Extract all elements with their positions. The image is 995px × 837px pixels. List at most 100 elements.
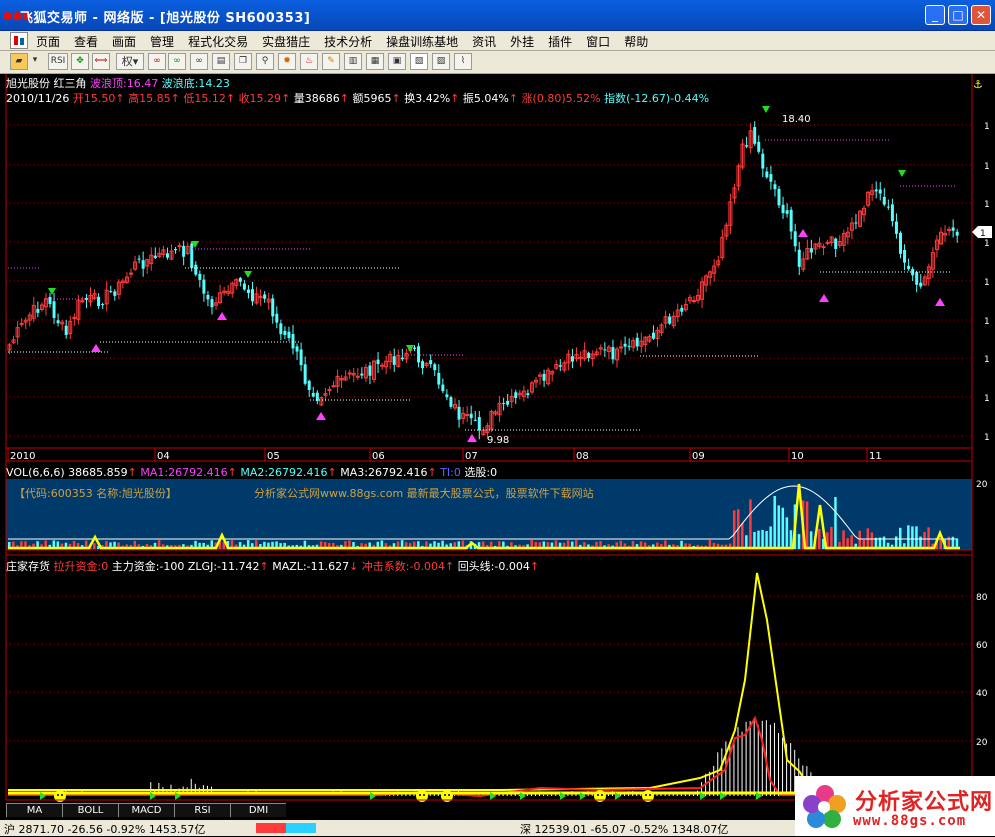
smiley-eye [645, 794, 647, 796]
candle-body [457, 406, 461, 420]
candle-body [578, 356, 583, 359]
candle-body [651, 332, 655, 339]
width-icon[interactable]: ⟺ [92, 53, 110, 70]
toolbar: ▰ ▾ RSI ✥ ⟺ 权▾ ∞ ∞ ∞ ▤ ❐ ⚲ ✹ ♨ ✎ ▥ ▦ ▣ ▧… [0, 51, 995, 74]
code-text: 【代码:600353 名称:旭光股份】 [14, 486, 177, 500]
menu-item-3[interactable]: 管理 [150, 33, 174, 50]
candle-body [202, 279, 206, 294]
layout-2-icon[interactable]: ▦ [366, 53, 384, 70]
volume-bar [93, 543, 96, 549]
candle-body [777, 188, 781, 206]
candle-body [753, 126, 757, 144]
menu-item-5[interactable]: 实盘猎庄 [262, 33, 310, 50]
rights-dropdown[interactable]: 权▾ [116, 53, 144, 70]
candle-body [413, 347, 416, 349]
notebook-icon[interactable]: ❐ [234, 53, 252, 70]
candle-body [368, 365, 372, 376]
dropdown-arrow-icon[interactable]: ▾ [29, 53, 41, 70]
tab-dmi[interactable]: DMI [230, 803, 286, 817]
candle-body [473, 419, 477, 421]
menu-item-12[interactable]: 帮助 [624, 33, 648, 50]
sz-index: 深 12539.01 -65.07 -0.52% 1348.07亿 [520, 823, 729, 836]
glasses-icon[interactable]: ∞ [148, 53, 166, 70]
menu-item-11[interactable]: 窗口 [586, 33, 610, 50]
layout-4-icon[interactable]: ▧ [410, 53, 428, 70]
candle-body [400, 357, 404, 360]
volume-bar [927, 527, 930, 549]
rsi-button[interactable]: RSI [48, 53, 68, 70]
menu-item-7[interactable]: 操盘训练基地 [386, 33, 458, 50]
menu-item-6[interactable]: 技术分析 [324, 33, 372, 50]
candle-body [506, 400, 510, 405]
tab-macd[interactable]: MACD [118, 803, 174, 817]
x-tick-label: 06 [372, 451, 385, 462]
bottom-triangle-icon [935, 298, 945, 306]
candle-body [785, 210, 789, 214]
volume-bar [915, 526, 918, 549]
compare-icon[interactable]: ∞ [168, 53, 186, 70]
menu-item-8[interactable]: 资讯 [472, 33, 496, 50]
candle-body [311, 392, 315, 397]
candle-body [331, 385, 336, 388]
menu-item-10[interactable]: 插件 [548, 33, 572, 50]
pen-icon[interactable]: ✎ [322, 53, 340, 70]
volume-bar [797, 534, 801, 549]
menu-item-4[interactable]: 程式化交易 [188, 33, 248, 50]
volume-bar [785, 517, 789, 549]
gear-icon[interactable]: ✹ [278, 53, 296, 70]
chart-line-icon[interactable]: ⌇ [454, 53, 472, 70]
top-triangle-icon [244, 271, 252, 278]
tab-boll[interactable]: BOLL [62, 803, 118, 817]
smiley-eye [444, 794, 446, 796]
smiley-eye [423, 794, 425, 796]
maximize-button[interactable]: □ [948, 5, 968, 25]
volume-bar [741, 523, 744, 549]
open-folder-icon[interactable]: ▰ [10, 53, 28, 70]
volume-bar [809, 531, 813, 549]
tab-rsi[interactable]: RSI [174, 803, 230, 817]
price-tick: 1 [984, 433, 990, 443]
candle-body [445, 394, 449, 398]
minimize-button[interactable]: _ [925, 5, 945, 25]
candle-body [246, 289, 250, 294]
chart-figure[interactable]: 1 ⚓ 18.40 9.98 2010 04 05 06 07 08 09 10 11 1111… [0, 74, 995, 803]
volume-bar [842, 530, 845, 549]
tab-ma[interactable]: MA [6, 803, 62, 817]
logo-name: 分析家公式网 [855, 790, 994, 815]
bottom-triangle-icon [467, 434, 477, 442]
candle-body [392, 356, 396, 365]
layout-3-icon[interactable]: ▣ [388, 53, 406, 70]
candle-body [153, 255, 157, 258]
move-icon[interactable]: ✥ [71, 53, 89, 70]
menu-item-0[interactable]: 页面 [36, 33, 60, 50]
candle-body [526, 393, 530, 396]
volume-bar [761, 529, 764, 549]
link-icon[interactable]: ∞ [190, 53, 208, 70]
volume-bar [939, 539, 942, 549]
menu-item-1[interactable]: 查看 [74, 33, 98, 50]
app-logo-icon[interactable] [10, 32, 28, 49]
candle-body [894, 221, 898, 234]
alarm-icon[interactable]: ♨ [300, 53, 318, 70]
search-icon[interactable]: ⚲ [256, 53, 274, 70]
candle-body [80, 300, 85, 303]
sh-bar-down [286, 823, 316, 833]
book-icon[interactable]: ▤ [212, 53, 230, 70]
candle-body [295, 346, 299, 352]
volume-bar [830, 526, 833, 549]
rights-label: 权 [121, 55, 133, 68]
bottom-triangle-icon [798, 229, 808, 237]
menu-item-9[interactable]: 外挂 [510, 33, 534, 50]
grid-lines [6, 124, 972, 742]
candle-body [97, 296, 101, 307]
logo-url: www.88gs.com [853, 813, 967, 829]
candle-body [919, 282, 923, 287]
menu-bar: 页面 查看 画面 管理 程式化交易 实盘猎庄 技术分析 操盘训练基地 资讯 外挂 插件 窗口 帮助 [0, 31, 995, 51]
volume-bar [923, 531, 926, 549]
layout-1-icon[interactable]: ▥ [344, 53, 362, 70]
candle-body [809, 248, 813, 253]
menu-item-2[interactable]: 画面 [112, 33, 136, 50]
candle-body [477, 417, 481, 431]
close-button[interactable]: ✕ [971, 5, 991, 25]
layout-5-icon[interactable]: ▨ [432, 53, 450, 70]
